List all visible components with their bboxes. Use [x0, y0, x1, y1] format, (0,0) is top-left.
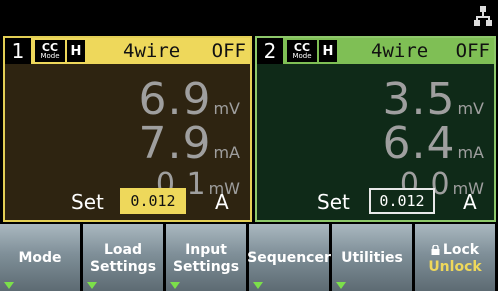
submenu-arrow-icon	[336, 282, 346, 289]
channel-1-panel[interactable]: 1 CC Mode H 4wire OFF 6.9 mV 7.9 mA 0.1 mW …	[3, 36, 252, 222]
output-state: OFF	[455, 40, 490, 62]
output-state: OFF	[211, 40, 246, 62]
submenu-arrow-icon	[253, 282, 263, 289]
sequencer-softkey[interactable]: Sequencer	[247, 224, 331, 291]
sense-indicator: 4wire	[371, 40, 429, 62]
set-value-field[interactable]: 0.012	[120, 188, 186, 214]
lock-icon	[431, 244, 440, 255]
mode-label: Mode	[292, 52, 312, 60]
unlock-label: Unlock	[428, 258, 482, 275]
current-unit: mA	[457, 143, 484, 162]
sense-indicator: 4wire	[123, 40, 181, 62]
set-unit: A	[463, 190, 477, 214]
mode-indicator: CC Mode	[287, 40, 317, 62]
load-settings-line1: Load	[103, 241, 142, 258]
current-unit: mA	[213, 143, 240, 162]
set-label: Set	[317, 190, 350, 214]
utilities-softkey[interactable]: Utilities	[332, 224, 412, 291]
utilities-label: Utilities	[341, 250, 403, 266]
load-settings-softkey[interactable]: Load Settings	[83, 224, 163, 291]
input-settings-softkey[interactable]: Input Settings	[166, 224, 246, 291]
status-bar	[0, 0, 498, 36]
load-settings-line2: Settings	[89, 258, 157, 275]
voltage-unit: mV	[213, 99, 240, 118]
set-value-field[interactable]: 0.012	[369, 188, 435, 214]
set-label: Set	[71, 190, 104, 214]
lock-softkey[interactable]: Lock Unlock	[415, 224, 495, 291]
lock-label: Lock	[442, 241, 480, 258]
current-value: 6.4	[382, 118, 456, 169]
set-row: Set 0.012 A	[5, 188, 250, 216]
submenu-arrow-icon	[170, 282, 180, 289]
mode-softkey[interactable]: Mode	[0, 224, 80, 291]
mode-softkey-label: Mode	[18, 250, 62, 266]
set-unit: A	[215, 190, 229, 214]
channel-1-header: 1 CC Mode H 4wire OFF	[5, 38, 250, 64]
softkey-bar: Mode Load Settings Input Settings Sequen…	[0, 224, 498, 291]
input-settings-line2: Settings	[172, 258, 240, 275]
range-indicator: H	[319, 40, 337, 62]
lock-line: Lock	[431, 242, 479, 259]
current-value: 7.9	[138, 118, 212, 169]
mode-label: Mode	[40, 52, 60, 60]
mode-indicator: CC Mode	[35, 40, 65, 62]
channel-number: 2	[257, 38, 283, 64]
submenu-arrow-icon	[4, 282, 14, 289]
sequencer-label: Sequencer	[247, 250, 331, 266]
channel-2-panel[interactable]: 2 CC Mode H 4wire OFF 3.5 mV 6.4 mA 0.0 mW …	[255, 36, 496, 222]
submenu-arrow-icon	[87, 282, 97, 289]
range-indicator: H	[67, 40, 85, 62]
channel-number: 1	[5, 38, 31, 64]
input-settings-line1: Input	[185, 241, 227, 258]
voltage-unit: mV	[457, 99, 484, 118]
channel-2-header: 2 CC Mode H 4wire OFF	[257, 38, 494, 64]
network-icon	[474, 6, 492, 26]
set-row: Set 0.012 A	[257, 188, 494, 216]
